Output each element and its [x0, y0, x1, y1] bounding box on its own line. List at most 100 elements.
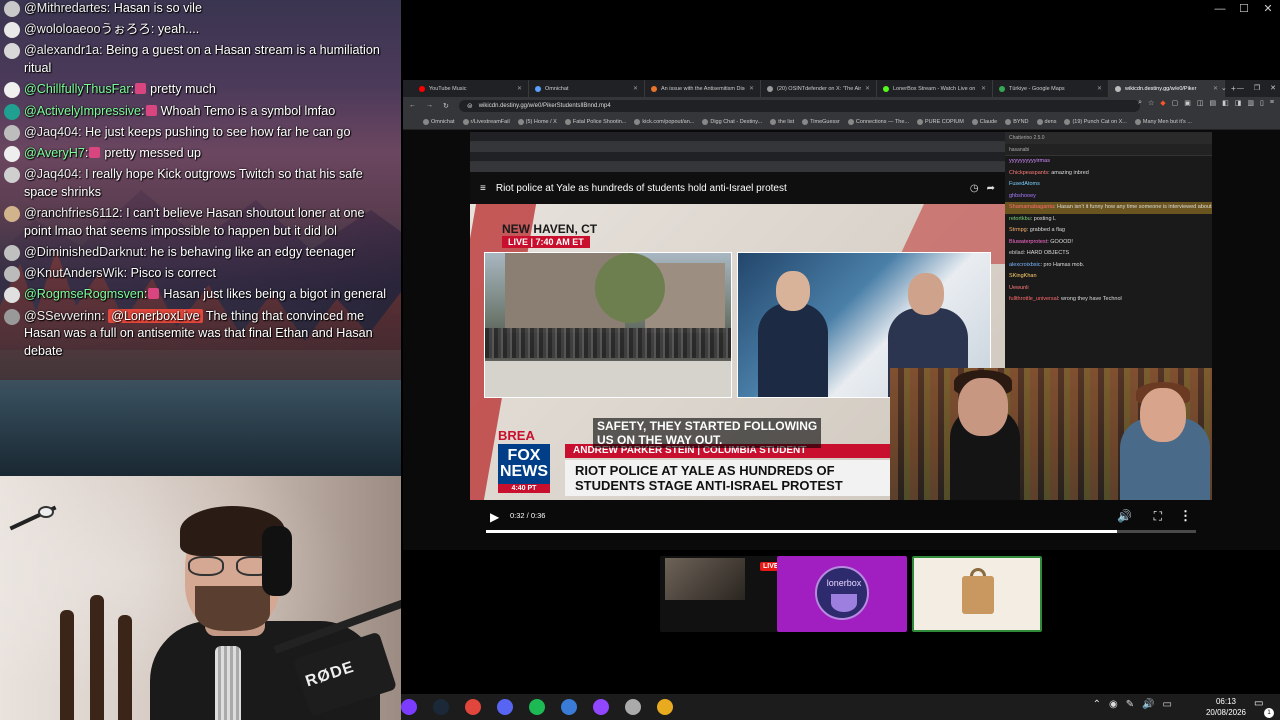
avatar[interactable]	[4, 245, 20, 262]
pen-icon[interactable]: ✎	[1126, 699, 1134, 710]
avatar[interactable]	[4, 124, 20, 141]
extension-icon[interactable]: ▥	[1247, 99, 1254, 107]
app-icon[interactable]	[593, 699, 609, 715]
avatar[interactable]	[4, 266, 20, 283]
app-icon[interactable]	[401, 699, 417, 715]
chat-username[interactable]: @wololoaeoo	[24, 22, 101, 36]
app-icon[interactable]	[561, 699, 577, 715]
browser-tab[interactable]: Türkiye - Google Maps ✕	[993, 80, 1109, 97]
more-options-icon[interactable]: ⋮	[1179, 508, 1192, 524]
tab-close-icon[interactable]: ✕	[517, 85, 522, 92]
avatar[interactable]	[4, 145, 20, 162]
play-icon[interactable]: ▶	[490, 510, 499, 524]
menu-icon[interactable]: ≡	[1270, 99, 1274, 107]
chat-username[interactable]: @Jaq404	[24, 167, 78, 181]
record-icon[interactable]: ◉	[1109, 699, 1118, 710]
close-icon[interactable]: ✕	[1270, 80, 1276, 97]
maximize-button[interactable]: ☐	[1232, 0, 1256, 18]
speaker-icon[interactable]: 🔊	[1142, 699, 1154, 710]
thumbnail-lonerbox[interactable]: lonerbox	[777, 556, 907, 632]
bookmark-item[interactable]: Connections — The...	[847, 118, 909, 125]
chat-username[interactable]: @Jaq404	[24, 125, 78, 139]
bookmark-item[interactable]: (19) Punch Cat on X...	[1064, 118, 1127, 125]
tab-close-icon[interactable]: ✕	[633, 85, 638, 92]
clock[interactable]: 06:13 20/08/2026	[1206, 696, 1246, 718]
avatar[interactable]	[4, 308, 20, 325]
browser-tab[interactable]: LonerBox Stream - Watch Live on I ✕	[877, 80, 993, 97]
address-bar[interactable]: ⊜ wikicdn.destiny.gg/w/e0/PikerStudentsI…	[458, 99, 1140, 112]
bookmark-item[interactable]: kick.com/popout/an...	[634, 118, 694, 125]
progress-bar[interactable]	[486, 530, 1196, 533]
app-icon[interactable]	[625, 699, 641, 715]
chat-username[interactable]: @ActivelyImpressive	[24, 104, 141, 118]
sidebar-icon[interactable]: ▯	[1260, 99, 1264, 107]
bookmark-item[interactable]: Fatal Police Shootin...	[564, 118, 626, 125]
bookmark-item[interactable]: the list	[770, 118, 794, 125]
chat-username[interactable]: @DiminishedDarknut	[24, 245, 143, 259]
bookmark-item[interactable]: PURE COPIUM	[916, 118, 964, 125]
chat-username[interactable]: @KnutAndersWik	[24, 266, 124, 280]
bookmark-item[interactable]: Digg Chat - Destiny...	[702, 118, 762, 125]
browser-tab[interactable]: wikicdn.destiny.gg/w/e0/Piker ✕	[1109, 80, 1225, 97]
url-text[interactable]: wikicdn.destiny.gg/w/e0/PikerStudentsIlB…	[479, 103, 611, 109]
avatar[interactable]	[4, 103, 20, 120]
back-icon[interactable]: ←	[409, 102, 416, 109]
minimize-icon[interactable]: —	[1237, 80, 1244, 97]
extension-icon[interactable]: ◧	[1222, 99, 1229, 107]
chrome-icon[interactable]	[657, 699, 673, 715]
avatar[interactable]	[4, 43, 20, 60]
avatar[interactable]	[4, 82, 20, 99]
chat-username[interactable]: @ranchfries6112	[24, 206, 119, 220]
browser-tab[interactable]: (20) OSINTdefender on X: 'The Air I' ✕	[761, 80, 877, 97]
steam-icon[interactable]	[433, 699, 449, 715]
minimize-button[interactable]: —	[1208, 0, 1232, 18]
tab-close-icon[interactable]: ✕	[1213, 85, 1218, 92]
reload-icon[interactable]: ↻	[443, 102, 449, 110]
bookmark-item[interactable]: BYND	[1005, 118, 1029, 125]
bookmark-star-icon[interactable]: ☆	[1148, 99, 1154, 107]
extension-icon[interactable]: ▣	[1184, 99, 1191, 107]
battery-icon[interactable]: ▭	[1163, 699, 1172, 710]
bookmark-item[interactable]: r/LivestreamFail	[462, 118, 510, 125]
avatar[interactable]	[4, 1, 20, 17]
brave-shield-icon[interactable]: ◆	[1160, 99, 1165, 107]
avatar[interactable]	[4, 167, 20, 184]
video-player[interactable]: ≡ Riot police at Yale as hundreds of stu…	[403, 130, 1280, 550]
site-info-icon[interactable]: ⊜	[467, 102, 473, 110]
extension-icon[interactable]: ◨	[1235, 99, 1242, 107]
tab-close-icon[interactable]: ✕	[749, 85, 754, 92]
thumbnail-stream[interactable]: LIVE	[660, 556, 790, 632]
chat-username[interactable]: @RogmseRogmsven	[24, 287, 144, 301]
browser-tab[interactable]: An issue with the Antisemitism Disc ✕	[645, 80, 761, 97]
restore-icon[interactable]: ❐	[1254, 80, 1260, 97]
bookmark-item[interactable]: dens	[1036, 118, 1056, 125]
forward-icon[interactable]: →	[426, 102, 433, 109]
bookmark-item[interactable]: Many Men but it's ...	[1134, 118, 1192, 125]
browser-tab[interactable]: Omnichat ✕	[529, 80, 645, 97]
tab-close-icon[interactable]: ✕	[1097, 85, 1102, 92]
thumbnail-bag[interactable]	[912, 556, 1042, 632]
tab-search-icon[interactable]: ⌄	[1221, 80, 1227, 97]
chat-username[interactable]: @ChillfullyThusFar	[24, 82, 131, 96]
extension-icon[interactable]: ▤	[1210, 99, 1217, 107]
volume-icon[interactable]: 🔊	[1117, 509, 1132, 523]
bookmark-item[interactable]: Claude	[971, 118, 997, 125]
tab-close-icon[interactable]: ✕	[865, 85, 870, 92]
bookmark-item[interactable]: Omnichat	[423, 118, 455, 125]
tab-close-icon[interactable]: ✕	[981, 85, 986, 92]
notifications-button[interactable]: ▭ 1	[1254, 698, 1274, 718]
fullscreen-icon[interactable]: ⛶	[1154, 509, 1162, 524]
bookmark-item[interactable]: TimeGuessr	[802, 118, 840, 125]
close-button[interactable]: ✕	[1256, 0, 1280, 18]
video-frame[interactable]: ≡ Riot police at Yale as hundreds of stu…	[470, 132, 1212, 500]
discord-icon[interactable]	[497, 699, 513, 715]
bookmark-item[interactable]: (5) Home / X	[517, 118, 557, 125]
chat-username[interactable]: @AveryH7	[24, 146, 85, 160]
zoom-icon[interactable]: ⌕	[1138, 99, 1142, 107]
avatar[interactable]	[4, 206, 20, 223]
browser-tab[interactable]: YouTube Music ✕	[413, 80, 529, 97]
chat-username[interactable]: @Mithredartes	[24, 1, 107, 15]
avatar[interactable]	[4, 287, 20, 304]
spotify-icon[interactable]	[529, 699, 545, 715]
tray-overflow-icon[interactable]: ⌃	[1093, 699, 1101, 710]
